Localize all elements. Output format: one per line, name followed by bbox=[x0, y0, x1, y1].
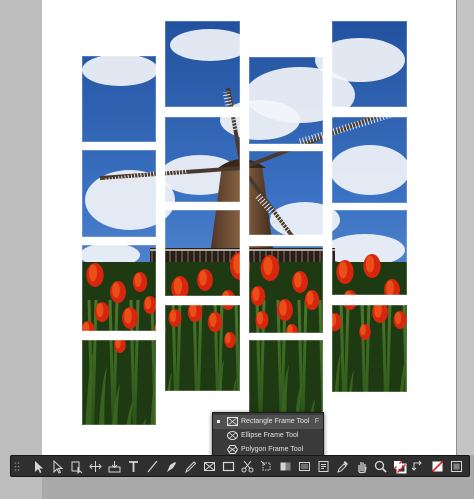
direct-selection-tool-icon[interactable] bbox=[50, 459, 65, 474]
free-transform-tool-icon[interactable] bbox=[259, 459, 274, 474]
type-tool-icon[interactable] bbox=[126, 459, 141, 474]
photo-grid bbox=[0, 0, 474, 455]
swap-fill-stroke-icon[interactable] bbox=[411, 459, 426, 474]
hand-tool-icon[interactable] bbox=[354, 459, 369, 474]
eyedropper-tool-icon[interactable] bbox=[335, 459, 350, 474]
flyout-item-rectangle-frame[interactable]: Rectangle Frame Tool F bbox=[213, 415, 323, 429]
flyout-item-label: Rectangle Frame Tool bbox=[241, 418, 310, 425]
polygon-frame-icon bbox=[227, 445, 238, 454]
pen-tool-icon[interactable] bbox=[164, 459, 179, 474]
flyout-item-label: Ellipse Frame Tool bbox=[241, 432, 299, 439]
gap-tool-icon[interactable] bbox=[88, 459, 103, 474]
pencil-tool-icon[interactable] bbox=[183, 459, 198, 474]
note-tool-icon[interactable] bbox=[316, 459, 331, 474]
flyout-item-shortcut: F bbox=[314, 418, 319, 425]
rectangle-tool-icon[interactable] bbox=[221, 459, 236, 474]
rectangle-frame-icon bbox=[227, 417, 238, 426]
view-mode-icon[interactable] bbox=[449, 459, 464, 474]
scissors-tool-icon[interactable] bbox=[240, 459, 255, 474]
gradient-feather-tool-icon[interactable] bbox=[297, 459, 312, 474]
apply-none-icon[interactable] bbox=[430, 459, 445, 474]
zoom-tool-icon[interactable] bbox=[373, 459, 388, 474]
selected-bullet-icon bbox=[217, 420, 220, 423]
flyout-item-ellipse-frame[interactable]: Ellipse Frame Tool bbox=[213, 429, 323, 443]
gradient-swatch-tool-icon[interactable] bbox=[278, 459, 293, 474]
rectangle-frame-tool-icon[interactable] bbox=[202, 459, 217, 474]
ellipse-frame-icon bbox=[227, 431, 238, 440]
frame-tool-flyout: Rectangle Frame Tool F Ellipse Frame Too… bbox=[212, 412, 324, 460]
selection-tool-icon[interactable] bbox=[31, 459, 46, 474]
photo-tiles bbox=[82, 21, 407, 425]
page-tool-icon[interactable] bbox=[69, 459, 84, 474]
tools-panel bbox=[10, 455, 470, 477]
fill-stroke-icon[interactable] bbox=[392, 459, 407, 474]
panel-grip-icon[interactable] bbox=[14, 459, 20, 474]
line-tool-icon[interactable] bbox=[145, 459, 160, 474]
content-collector-icon[interactable] bbox=[107, 459, 122, 474]
